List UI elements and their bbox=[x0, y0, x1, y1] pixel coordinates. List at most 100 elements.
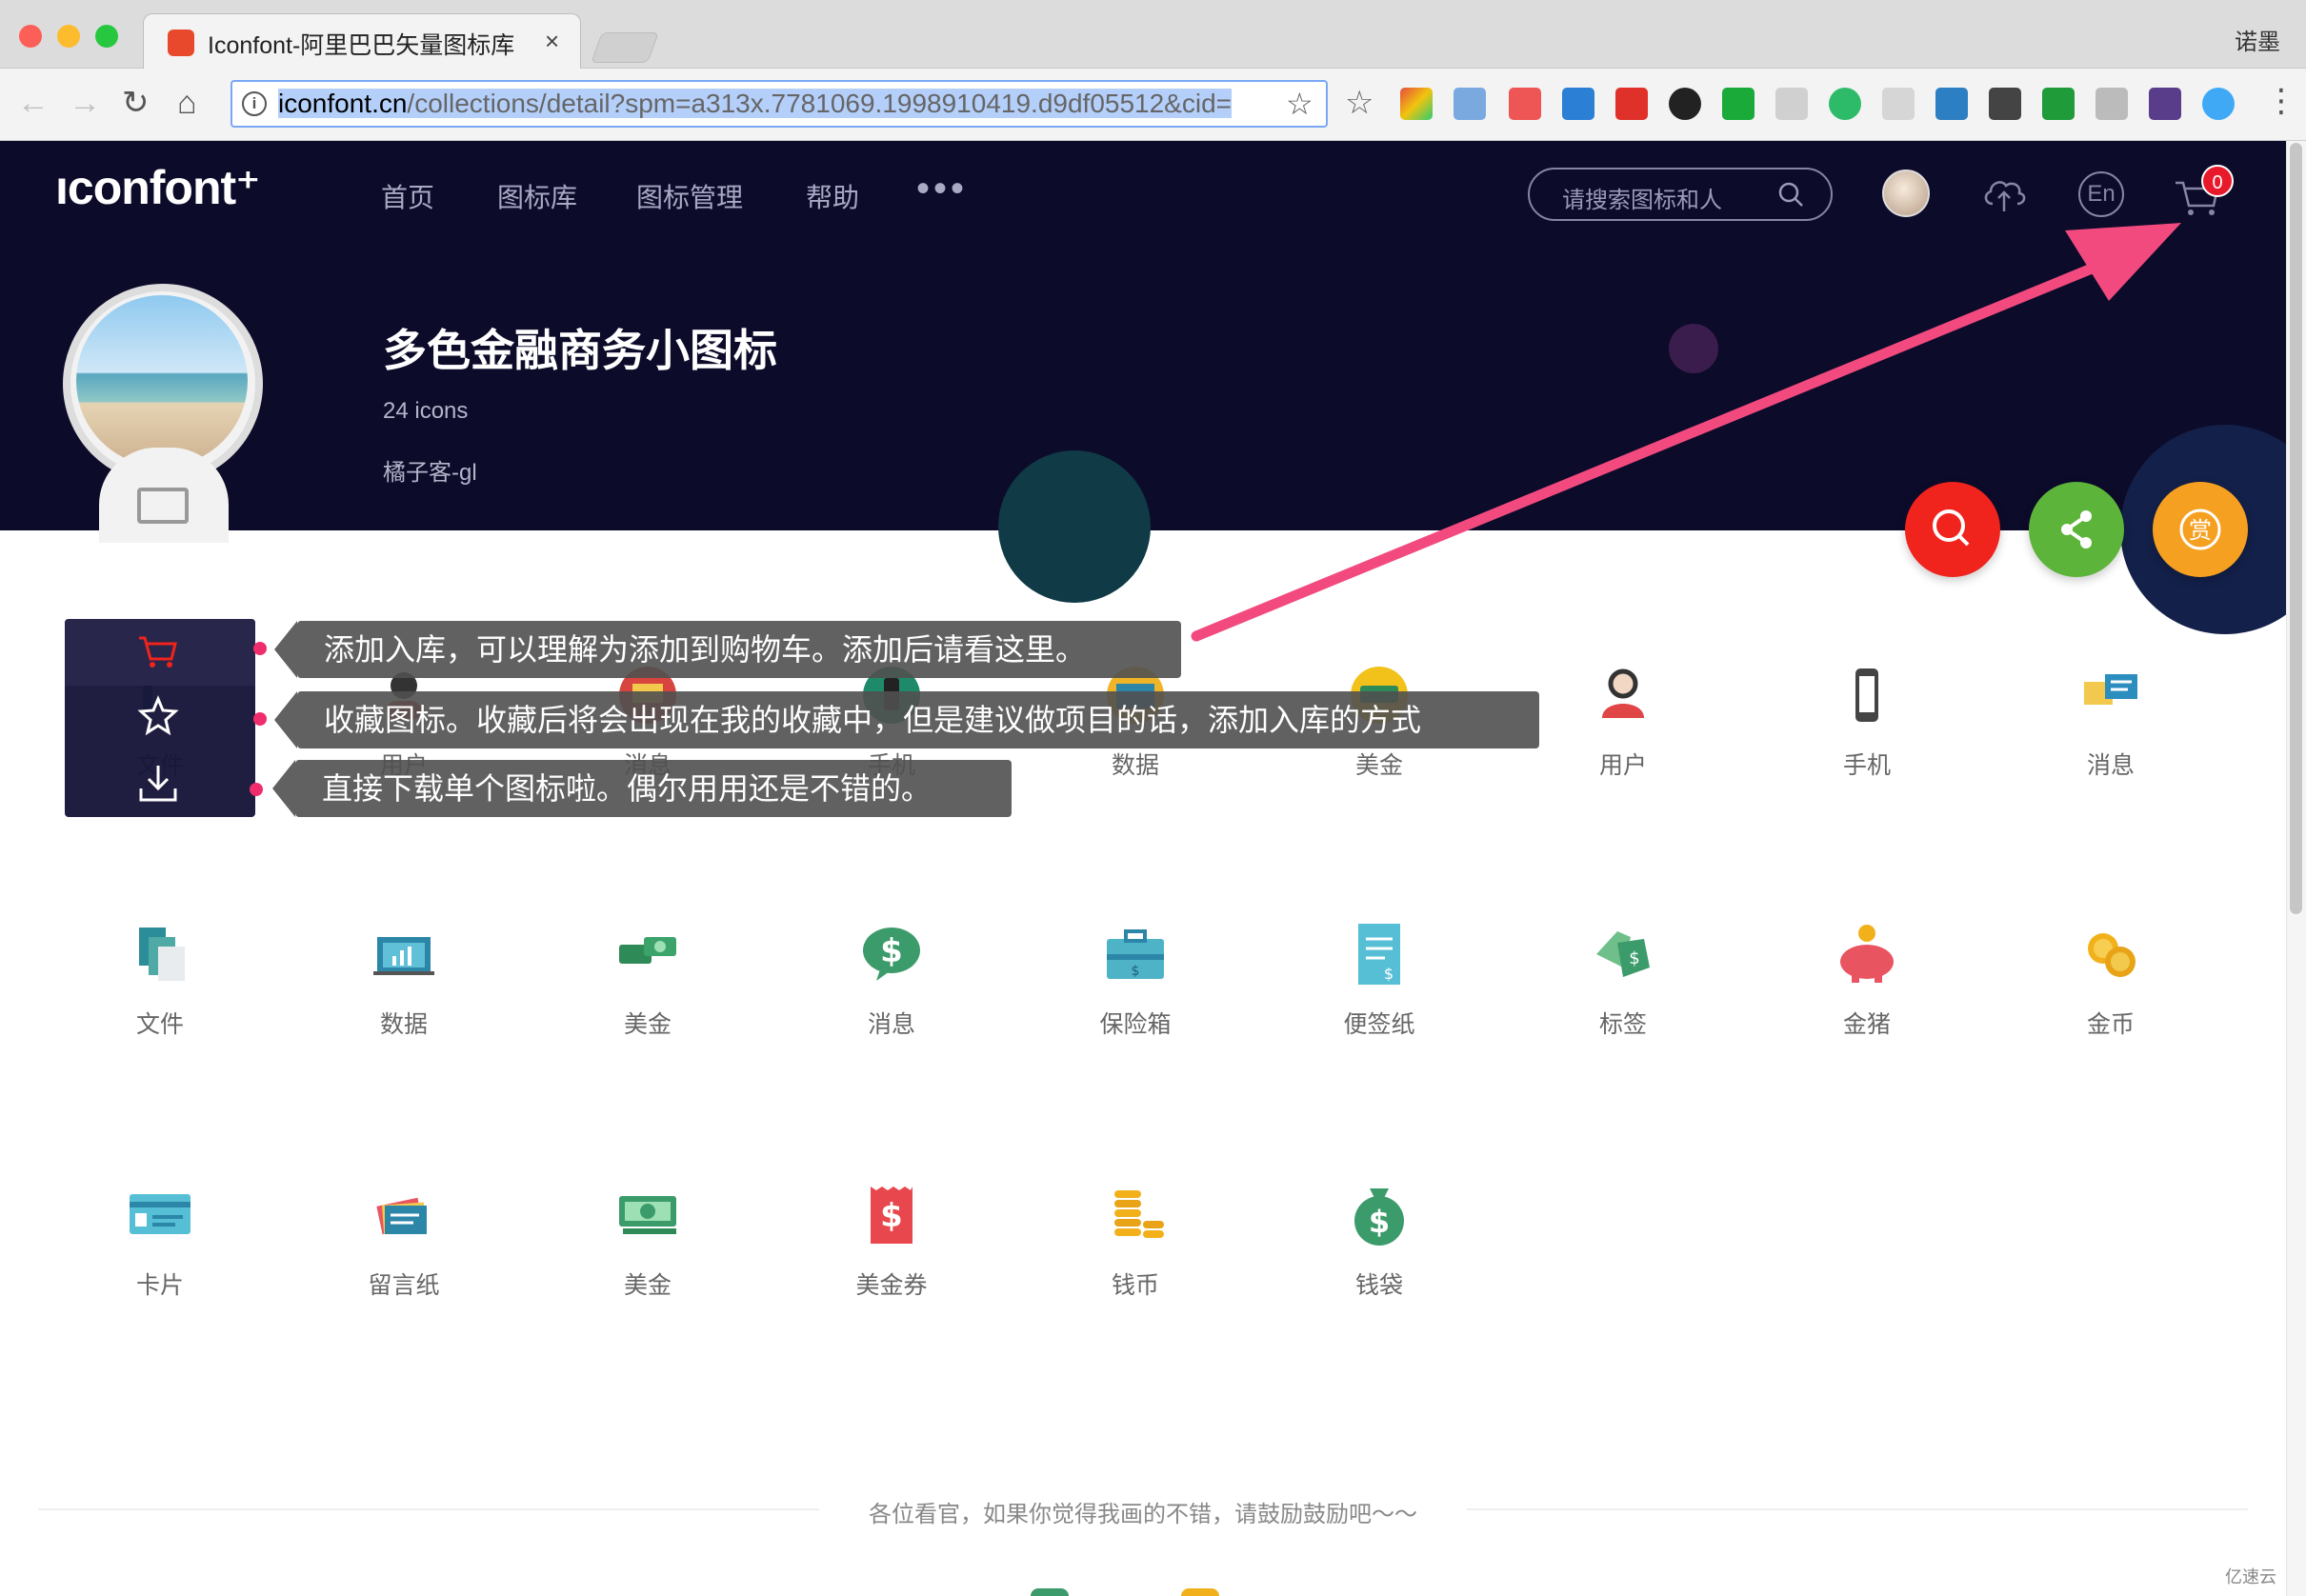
nav-more-icon[interactable]: ••• bbox=[916, 168, 968, 210]
reward-button[interactable]: 赏 bbox=[2153, 482, 2248, 577]
decor-dot bbox=[1181, 1588, 1219, 1596]
icon-card[interactable]: 卡片 bbox=[46, 1169, 274, 1331]
watermark: 亿速云 bbox=[2225, 1567, 2276, 1586]
extension-icon-s[interactable] bbox=[2095, 88, 2128, 120]
svg-text:$: $ bbox=[1132, 964, 1140, 979]
search-icon bbox=[1933, 509, 1970, 547]
iconfont-favicon-icon bbox=[168, 30, 194, 56]
dollar-message-icon: $ bbox=[863, 928, 920, 981]
user-avatar[interactable] bbox=[1882, 170, 1930, 217]
cloud-upload-icon[interactable] bbox=[1979, 170, 2029, 219]
forward-arrow-icon[interactable]: → bbox=[69, 84, 101, 122]
icon-card[interactable]: $ 便签纸 bbox=[1265, 908, 1494, 1070]
favorite-star-icon[interactable] bbox=[137, 695, 179, 737]
icon-card[interactable]: 钱币 bbox=[1021, 1169, 1250, 1331]
nav-home[interactable]: 首页 bbox=[381, 177, 434, 215]
icon-card[interactable]: $ 美金券 bbox=[777, 1169, 1006, 1331]
url-text[interactable]: iconfont.cn/collections/detail?spm=a313x… bbox=[278, 88, 1269, 120]
bookmark-star-icon[interactable]: ☆ bbox=[1286, 86, 1313, 122]
browser-menu-icon[interactable]: ⋮ bbox=[2265, 82, 2297, 120]
nav-icon-library[interactable]: 图标库 bbox=[497, 177, 577, 215]
search-collection-button[interactable] bbox=[1905, 482, 2000, 577]
icon-card[interactable]: 美金 bbox=[533, 908, 762, 1070]
search-icon[interactable] bbox=[1777, 181, 1804, 208]
minimize-window-button[interactable] bbox=[57, 25, 80, 48]
icon-card[interactable]: 手机 bbox=[1753, 649, 1981, 811]
collection-icon-count: 24 icons bbox=[383, 398, 469, 424]
pointer-dot bbox=[253, 642, 267, 655]
extension-icon-6[interactable] bbox=[1882, 88, 1915, 120]
scrollbar-thumb[interactable] bbox=[2290, 143, 2302, 914]
user-icon bbox=[1602, 668, 1644, 718]
icon-card[interactable]: $ 消息 bbox=[777, 908, 1006, 1070]
home-icon[interactable]: ⌂ bbox=[177, 84, 197, 122]
shield-extension-icon[interactable] bbox=[1722, 88, 1755, 120]
icon-card[interactable]: 消息 bbox=[1996, 649, 2225, 811]
language-toggle[interactable]: En bbox=[2078, 171, 2124, 217]
tooltip-add-to-cart: 添加入库，可以理解为添加到购物车。添加后请看这里。 bbox=[297, 621, 1181, 678]
tooltip-favorite: 收藏图标。收藏后将会出现在我的收藏中，但是建议做项目的话，添加入库的方式 bbox=[297, 691, 1539, 748]
icon-card[interactable]: $ 标签 bbox=[1509, 908, 1737, 1070]
phone-icon bbox=[1855, 668, 1878, 722]
icon-label: 美金 bbox=[623, 1272, 672, 1299]
back-arrow-icon[interactable]: ← bbox=[17, 84, 50, 122]
collection-avatar bbox=[76, 295, 248, 467]
browser-profile-name[interactable]: 诺墨 bbox=[2235, 23, 2280, 56]
icon-label: 手机 bbox=[1842, 752, 1891, 779]
share-button[interactable] bbox=[2029, 482, 2124, 577]
collection-author[interactable]: 橘子客-gl bbox=[383, 453, 477, 487]
reload-icon[interactable]: ↻ bbox=[122, 84, 150, 122]
astronaut-panel-icon bbox=[137, 488, 189, 524]
extension-icon-4[interactable] bbox=[1775, 88, 1808, 120]
extension-icon-1[interactable] bbox=[1400, 88, 1433, 120]
icon-card[interactable]: $ 钱袋 bbox=[1265, 1169, 1494, 1331]
zoom-window-button[interactable] bbox=[95, 25, 118, 48]
url-host: iconfont.cn bbox=[278, 89, 408, 118]
star-extension-icon[interactable]: ☆ bbox=[1345, 84, 1374, 122]
nav-icon-management[interactable]: 图标管理 bbox=[636, 177, 743, 215]
icon-card[interactable]: 文件 bbox=[46, 908, 274, 1070]
nav-help[interactable]: 帮助 bbox=[806, 177, 859, 215]
coupon-icon: $ bbox=[871, 1187, 912, 1244]
url-path: /collections/detail?spm=a313x.7781069.19… bbox=[407, 89, 1233, 118]
icon-label: 便签纸 bbox=[1343, 1011, 1415, 1038]
dollar-bills-icon bbox=[619, 937, 676, 964]
tag-icon: $ bbox=[1596, 931, 1650, 977]
extension-icon-7[interactable] bbox=[1935, 88, 1968, 120]
extension-icon-timer[interactable] bbox=[1509, 88, 1541, 120]
extension-icon-3[interactable] bbox=[1562, 88, 1594, 120]
svg-text:$: $ bbox=[880, 1197, 903, 1235]
icon-card[interactable]: 金币 bbox=[1996, 908, 2225, 1070]
info-icon[interactable]: i bbox=[242, 91, 267, 116]
gold-coin-icon bbox=[2088, 933, 2136, 977]
download-icon[interactable] bbox=[137, 762, 179, 804]
extension-icon-5[interactable] bbox=[1829, 88, 1861, 120]
icon-card[interactable]: 留言纸 bbox=[290, 1169, 518, 1331]
new-tab-button[interactable] bbox=[591, 32, 659, 63]
extension-icon-10[interactable] bbox=[2202, 88, 2235, 120]
svg-text:$: $ bbox=[1369, 1204, 1390, 1240]
coin-stack-icon bbox=[1114, 1190, 1164, 1238]
memo-paper-icon bbox=[376, 1197, 427, 1235]
binary-extension-icon[interactable] bbox=[1989, 88, 2021, 120]
icon-card[interactable]: $ 保险箱 bbox=[1021, 908, 1250, 1070]
extension-icon-fe[interactable] bbox=[1615, 88, 1648, 120]
add-to-cart-icon[interactable] bbox=[135, 632, 181, 670]
svg-text:$: $ bbox=[1629, 948, 1639, 968]
iconfont-logo[interactable]: ıconfont⁺ bbox=[55, 160, 261, 215]
tab-close-icon[interactable]: × bbox=[545, 27, 559, 56]
extension-icon-9[interactable] bbox=[2149, 88, 2181, 120]
icon-label: 钱袋 bbox=[1354, 1272, 1403, 1299]
close-window-button[interactable] bbox=[19, 25, 42, 48]
icon-card[interactable]: 金猪 bbox=[1753, 908, 1981, 1070]
power-icon[interactable] bbox=[1669, 88, 1701, 120]
extension-icon-8[interactable] bbox=[2042, 88, 2075, 120]
icon-label: 消息 bbox=[2086, 752, 2135, 779]
extension-icon-2[interactable] bbox=[1454, 88, 1486, 120]
icon-card[interactable]: 数据 bbox=[290, 908, 518, 1070]
pointer-dot bbox=[250, 783, 263, 796]
icon-card[interactable]: 美金 bbox=[533, 1169, 762, 1331]
icon-card[interactable]: 用户 bbox=[1509, 649, 1737, 811]
icon-label: 金猪 bbox=[1842, 1011, 1891, 1038]
svg-text:$: $ bbox=[1384, 965, 1394, 983]
